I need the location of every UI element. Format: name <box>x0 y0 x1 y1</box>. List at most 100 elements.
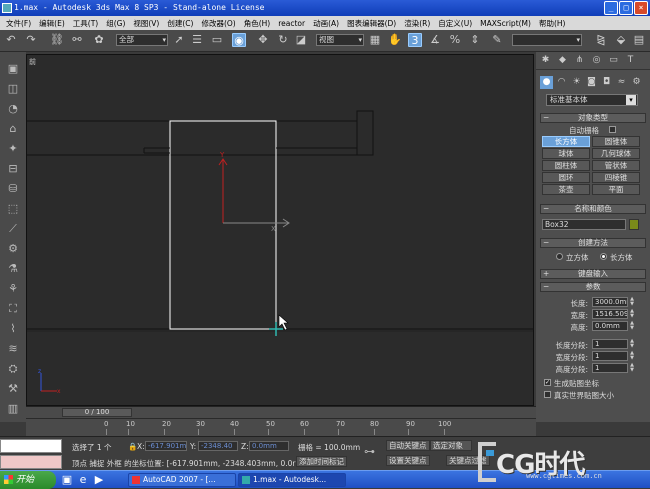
modify-tab-icon[interactable]: ◆ <box>556 54 569 67</box>
unlink-icon[interactable]: ⚯ <box>70 33 84 47</box>
edit-named-sel-icon[interactable]: ✎ <box>490 33 504 47</box>
tab-lights-icon[interactable]: ⌂ <box>5 122 21 136</box>
menu-modifiers[interactable]: 修改器(O) <box>197 18 239 29</box>
x-coord-input[interactable]: -617.901m <box>145 441 187 451</box>
menu-animation[interactable]: 动画(A) <box>309 18 343 29</box>
taskbar-3dsmax[interactable]: 1.max - Autodesk... <box>238 473 346 487</box>
time-slider[interactable]: 0 / 100 <box>26 406 536 418</box>
tab-compound-icon[interactable]: ◔ <box>5 102 21 116</box>
undo-icon[interactable]: ↶ <box>4 33 18 47</box>
redo-icon[interactable]: ↷ <box>24 33 38 47</box>
set-key-icon[interactable]: ⊶ <box>364 445 375 458</box>
z-coord-input[interactable]: 0.0mm <box>249 441 289 451</box>
tube-button[interactable]: 管状体 <box>592 160 640 171</box>
layer-icon[interactable]: ▤ <box>632 33 646 47</box>
menu-create[interactable]: 创建(C) <box>163 18 197 29</box>
parameters-rollout[interactable]: − 参数 <box>540 282 646 292</box>
cylinder-button[interactable]: 圆柱体 <box>542 160 590 171</box>
menu-group[interactable]: 组(G) <box>102 18 129 29</box>
menu-reactor[interactable]: reactor <box>274 19 309 28</box>
mirror-icon[interactable]: ⧎ <box>594 33 608 47</box>
geometry-icon[interactable]: ● <box>540 76 553 89</box>
length-segs-input[interactable]: 1 <box>592 339 628 349</box>
align-icon[interactable]: ⬙ <box>614 33 628 47</box>
media-icon[interactable]: ▶ <box>92 473 106 487</box>
time-slider-thumb[interactable]: 0 / 100 <box>62 408 132 417</box>
lock-selection-icon[interactable]: 🔒 <box>128 442 137 451</box>
tab-spacewarps-icon[interactable]: ⊟ <box>5 162 21 176</box>
teapot-button[interactable]: 茶壶 <box>542 184 590 195</box>
tab-hair-icon[interactable]: ≋ <box>5 342 21 356</box>
category-select[interactable]: 标准基本体 ▾ <box>546 94 638 106</box>
keyboard-entry-rollout[interactable]: + 键盘输入 <box>540 269 646 279</box>
set-key-button[interactable]: 设置关键点 <box>386 455 430 466</box>
move-icon[interactable]: ✥ <box>256 33 270 47</box>
tab-modeling-icon[interactable]: ⬚ <box>5 202 21 216</box>
ref-coord-select[interactable]: 视图 <box>316 34 364 46</box>
track-bar[interactable]: 0 10 20 30 40 50 60 70 80 90 100 <box>26 418 536 436</box>
tab-modifiers-icon[interactable]: ⛁ <box>5 182 21 196</box>
cube-radio[interactable] <box>556 253 563 260</box>
height-segs-input[interactable]: 1 <box>592 363 628 373</box>
menu-maxscript[interactable]: MAXScript(M) <box>476 19 535 28</box>
tab-objects-icon[interactable]: ▣ <box>5 62 21 76</box>
spacewarps-icon[interactable]: ≈ <box>615 76 628 89</box>
select-by-name-icon[interactable]: ☰ <box>190 33 204 47</box>
length-spinner-icon[interactable]: ▲ ▼ <box>629 297 635 307</box>
tab-particles-icon[interactable]: ⟋ <box>5 222 21 236</box>
tab-reactor-icon[interactable]: ⛭ <box>5 362 21 376</box>
add-time-tag-button[interactable]: 添加时间标记 <box>296 456 347 467</box>
window-crossing-icon[interactable]: ◉ <box>232 33 246 47</box>
tab-rendering-icon[interactable]: ⚗ <box>5 262 21 276</box>
gen-mapping-checkbox[interactable]: ✓ <box>544 379 551 386</box>
shapes-icon[interactable]: ◠ <box>555 76 568 89</box>
helpers-icon[interactable]: ◘ <box>600 76 613 89</box>
tab-tools-icon[interactable]: ⚒ <box>5 382 21 396</box>
creation-method-rollout[interactable]: − 创建方法 <box>540 238 646 248</box>
tab-extra-icon[interactable]: ▥ <box>5 402 21 416</box>
show-desktop-icon[interactable]: ▣ <box>60 473 74 487</box>
close-button[interactable]: × <box>634 1 648 15</box>
front-viewport[interactable]: 前 Y X z x <box>26 54 534 406</box>
start-button[interactable]: 开始 <box>0 471 56 489</box>
menu-rendering[interactable]: 渲染(R) <box>400 18 434 29</box>
hierarchy-tab-icon[interactable]: ⋔ <box>573 54 586 67</box>
length-input[interactable]: 3000.0mm <box>592 297 628 307</box>
tab-cloth-icon[interactable]: ⌇ <box>5 322 21 336</box>
angle-snap-icon[interactable]: ∡ <box>428 33 442 47</box>
menu-help[interactable]: 帮助(H) <box>535 18 570 29</box>
named-selection-select[interactable] <box>512 34 582 46</box>
height-input[interactable]: 0.0mm <box>592 321 628 331</box>
object-name-input[interactable]: Box32 <box>542 219 626 230</box>
minimize-button[interactable]: _ <box>604 1 618 15</box>
lights-icon[interactable]: ☀ <box>570 76 583 89</box>
tab-shapes-icon[interactable]: ◫ <box>5 82 21 96</box>
taskbar-autocad[interactable]: AutoCAD 2007 - [... <box>128 473 236 487</box>
width-segs-spinner-icon[interactable]: ▲ ▼ <box>629 351 635 361</box>
plane-button[interactable]: 平面 <box>592 184 640 195</box>
y-coord-input[interactable]: -2348.40 <box>198 441 238 451</box>
geosphere-button[interactable]: 几何球体 <box>592 148 640 159</box>
tab-helpers-icon[interactable]: ✦ <box>5 142 21 156</box>
snap-toggle-icon[interactable]: 3 <box>408 33 422 47</box>
height-spinner-icon[interactable]: ▲ ▼ <box>629 321 635 331</box>
menu-edit[interactable]: 编辑(E) <box>35 18 69 29</box>
torus-button[interactable]: 圆环 <box>542 172 590 183</box>
rect-selection-icon[interactable]: ▭ <box>210 33 224 47</box>
percent-snap-icon[interactable]: % <box>448 33 462 47</box>
spinner-snap-icon[interactable]: ⇕ <box>468 33 482 47</box>
sphere-button[interactable]: 球体 <box>542 148 590 159</box>
systems-icon[interactable]: ⚙ <box>630 76 643 89</box>
menu-graph-editors[interactable]: 图表编辑器(D) <box>343 18 400 29</box>
menu-customize[interactable]: 自定义(U) <box>434 18 476 29</box>
height-segs-spinner-icon[interactable]: ▲ ▼ <box>629 363 635 373</box>
cameras-icon[interactable]: ◙ <box>585 76 598 89</box>
menu-file[interactable]: 文件(F) <box>2 18 35 29</box>
display-tab-icon[interactable]: ▭ <box>607 54 620 67</box>
cone-button[interactable]: 圆锥体 <box>592 136 640 147</box>
select-object-icon[interactable]: ➚ <box>172 33 186 47</box>
length-segs-spinner-icon[interactable]: ▲ ▼ <box>629 339 635 349</box>
object-type-rollout[interactable]: − 对象类型 <box>540 113 646 123</box>
scale-icon[interactable]: ◪ <box>294 33 308 47</box>
width-input[interactable]: 1516.509 <box>592 309 628 319</box>
